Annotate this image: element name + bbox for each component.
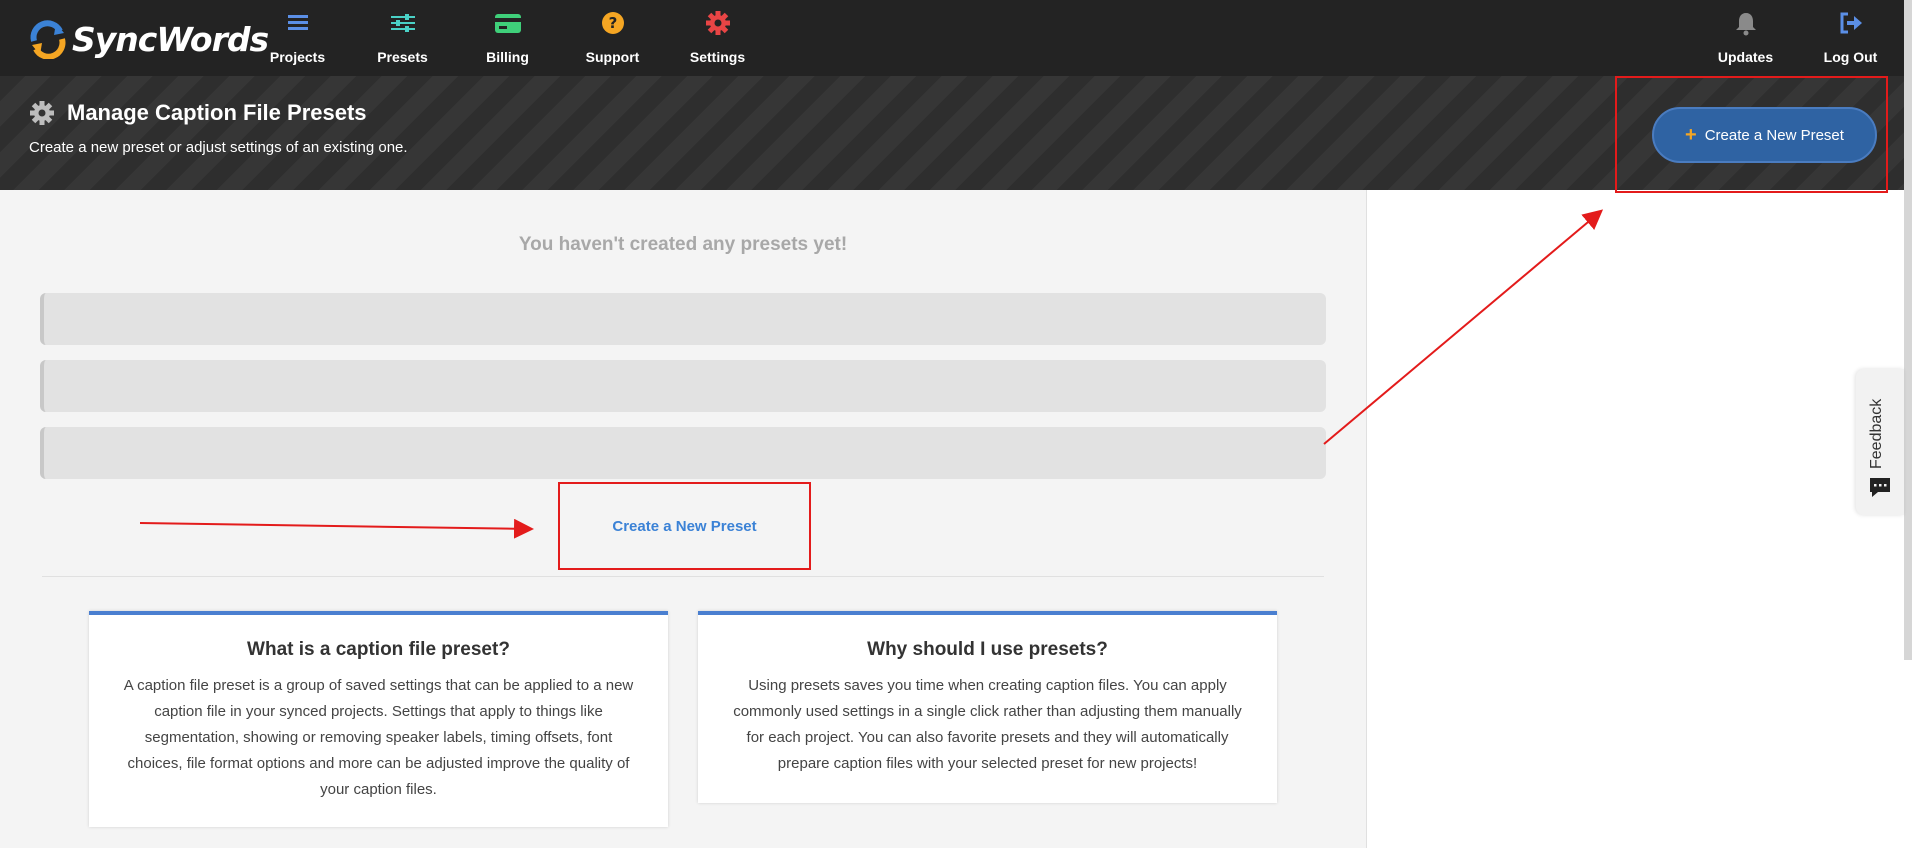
pane-divider [1366, 190, 1367, 848]
svg-text:?: ? [608, 14, 617, 32]
card-body: A caption file preset is a group of save… [123, 677, 634, 798]
card-title: What is a caption file preset? [247, 639, 510, 660]
info-card-why: Why should I use presets? Using presets … [698, 611, 1277, 803]
nav-label: Billing [486, 49, 529, 65]
nav-label: Log Out [1823, 49, 1878, 65]
nav-label: Projects [269, 49, 326, 65]
nav-presets[interactable]: Presets [350, 8, 455, 68]
nav-label: Updates [1717, 49, 1774, 65]
sliders-icon [390, 14, 415, 32]
logo-text: SyncWords [72, 19, 269, 59]
nav-label: Settings [689, 49, 746, 65]
feedback-tab[interactable]: Feedback [1856, 369, 1904, 515]
list-icon [287, 15, 308, 30]
empty-state-message: You haven't created any presets yet! [518, 234, 848, 255]
nav-updates[interactable]: Updates [1693, 8, 1798, 68]
section-divider [42, 576, 1324, 577]
page-title: Manage Caption File Presets [29, 100, 367, 126]
highlight-box-create-link [558, 482, 811, 570]
bell-icon [1735, 13, 1756, 36]
gear-icon [30, 101, 54, 125]
help-icon: ? [601, 12, 624, 34]
highlight-box-header-button [1615, 76, 1888, 193]
nav-logout[interactable]: Log Out [1798, 8, 1903, 68]
nav-projects[interactable]: Projects [245, 8, 350, 68]
nav-settings[interactable]: Settings [665, 8, 770, 68]
arrow-to-create-link [139, 518, 534, 539]
right-pane [1367, 190, 1912, 848]
nav-billing[interactable]: Billing [455, 8, 560, 68]
card-body: Using presets saves you time when creati… [733, 677, 1242, 772]
feedback-label: Feedback [1868, 398, 1885, 469]
nav-label: Support [585, 49, 640, 65]
card-icon [494, 14, 521, 33]
chat-icon [1870, 478, 1890, 497]
nav-support[interactable]: ? Support [560, 8, 665, 68]
scrollbar[interactable] [1904, 0, 1912, 660]
syncwords-logo[interactable]: SyncWords [28, 14, 269, 64]
logout-icon [1840, 12, 1862, 34]
card-title: Why should I use presets? [867, 639, 1108, 660]
page-subtitle: Create a new preset or adjust settings o… [29, 139, 408, 156]
gear-icon [705, 11, 730, 35]
placeholder-row [40, 427, 1326, 479]
logo-icon [30, 20, 66, 59]
placeholder-row [40, 360, 1326, 412]
info-card-what: What is a caption file preset? A caption… [89, 611, 668, 827]
nav-label: Presets [377, 49, 428, 65]
placeholder-row [40, 293, 1326, 345]
page-title-text: Manage Caption File Presets [67, 100, 367, 125]
top-nav: SyncWords Projects Presets Billing ? Sup… [0, 0, 1912, 76]
